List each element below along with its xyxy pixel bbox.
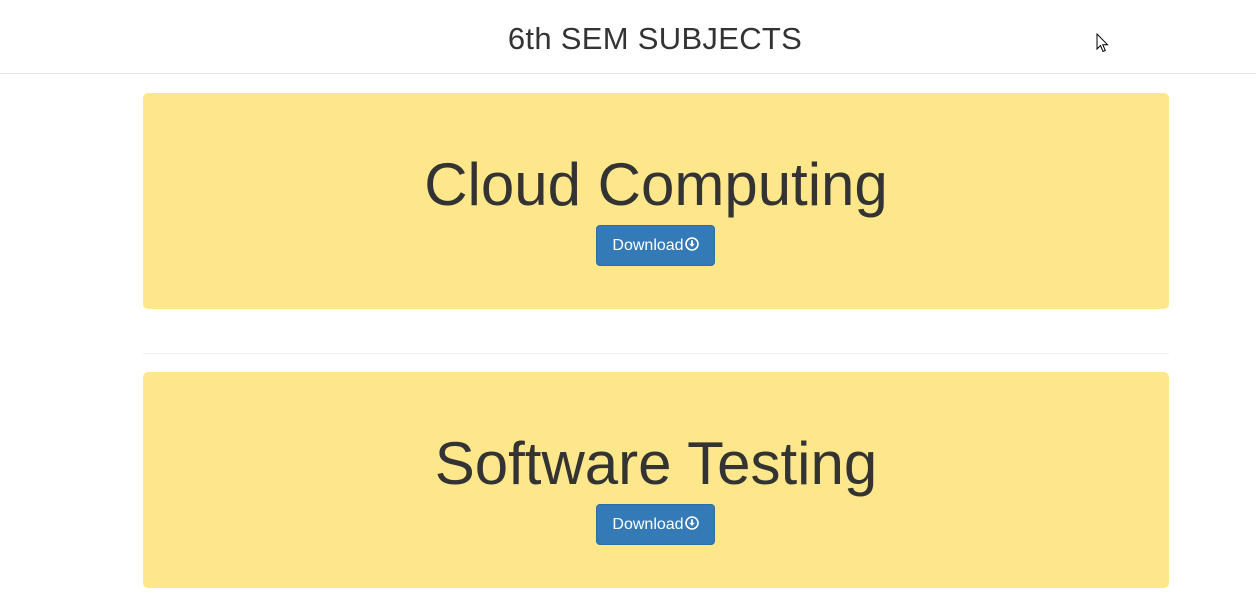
download-button-label: Download	[612, 237, 684, 254]
divider	[143, 353, 1169, 354]
download-button[interactable]: Download	[596, 504, 715, 545]
download-circle-icon	[684, 237, 699, 251]
subject-card-cloud-computing: Cloud Computing Download	[143, 93, 1169, 309]
mouse-cursor-icon	[1096, 33, 1109, 53]
subject-card-software-testing: Software Testing Download	[143, 372, 1169, 588]
download-button[interactable]: Download	[596, 225, 715, 266]
subjects-container: Cloud Computing Download Software Testin…	[143, 93, 1169, 588]
download-button-label: Download	[612, 516, 684, 533]
page-title: 6th SEM SUBJECTS	[507, 21, 803, 56]
page-header: 6th SEM SUBJECTS	[0, 0, 1256, 74]
download-circle-icon	[684, 516, 699, 530]
subject-title: Software Testing	[434, 430, 878, 497]
subject-title: Cloud Computing	[424, 151, 888, 218]
